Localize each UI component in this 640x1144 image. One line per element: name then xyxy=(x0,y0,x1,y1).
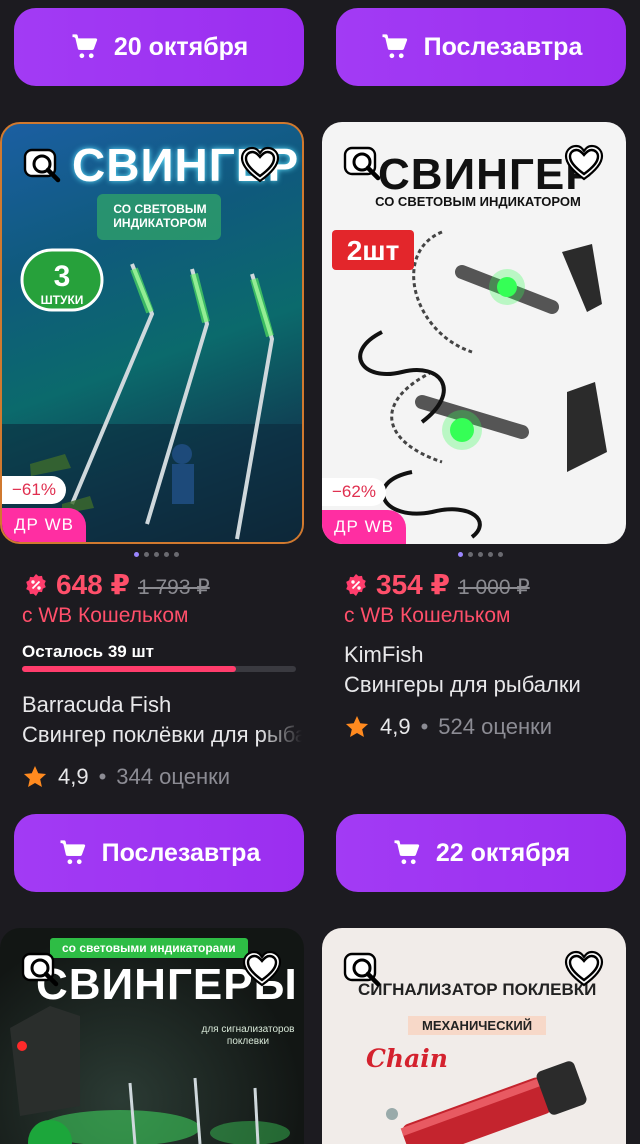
stock-progress xyxy=(22,666,296,672)
price-row: 648 ₽ 1 793 ₽ xyxy=(24,568,210,601)
rating-row: 4,9 • 524 оценки xyxy=(344,714,552,740)
discount-percent-icon xyxy=(24,573,48,597)
current-price: 648 ₽ xyxy=(56,569,130,600)
old-price: 1 000 ₽ xyxy=(457,576,530,599)
delivery-button-label: Послезавтра xyxy=(101,838,261,867)
image-search-icon[interactable] xyxy=(22,144,66,188)
price-row: 354 ₽ 1 000 ₽ xyxy=(344,568,530,601)
stock-progress-fill xyxy=(22,666,236,672)
promo-tag: ДР WB xyxy=(322,510,406,544)
delivery-button-2[interactable]: Послезавтра xyxy=(336,8,626,86)
product-image-1[interactable]: 3 ШТУКИ СВИНГЕР СО СВЕТОВЫМ ИНДИКАТОРОМ … xyxy=(0,122,304,544)
product-image-4[interactable]: СИГНАЛИЗАТОР ПОКЛЕВКИ МЕХАНИЧЕСКИЙ Chain xyxy=(322,928,626,1144)
product-image-2[interactable]: 2шт СВИНГЕР СО СВЕТОВЫМ ИНДИКАТОРОМ −62%… xyxy=(322,122,626,544)
product-title[interactable]: Свингер поклёвки для рыбалки xyxy=(22,722,302,748)
product-title[interactable]: Свингеры для рыбалки xyxy=(344,672,624,698)
wallet-label: с WB Кошельком xyxy=(22,604,189,627)
image-search-icon[interactable] xyxy=(342,142,386,186)
delivery-button-3[interactable]: Послезавтра xyxy=(14,814,304,892)
image-badge: 2шт xyxy=(347,235,400,266)
image-search-icon[interactable] xyxy=(342,948,386,992)
delivery-button-1[interactable]: 20 октября xyxy=(14,8,304,86)
separator-dot: • xyxy=(98,764,107,789)
delivery-button-label: 22 октября xyxy=(435,838,571,867)
cart-icon xyxy=(380,32,410,62)
heart-icon[interactable] xyxy=(238,144,282,188)
wallet-label: с WB Кошельком xyxy=(344,604,511,627)
discount-badge: −61% xyxy=(2,476,66,504)
old-price: 1 793 ₽ xyxy=(137,576,210,599)
cart-icon xyxy=(58,838,88,868)
cart-icon xyxy=(70,32,100,62)
cart-icon xyxy=(392,838,422,868)
separator-dot: • xyxy=(420,714,429,739)
discount-badge: −62% xyxy=(322,478,386,506)
delivery-button-label: Послезавтра xyxy=(423,32,583,61)
svg-text:ШТУКИ: ШТУКИ xyxy=(41,293,84,307)
image-subtitle: СО СВЕТОВЫМ ИНДИКАТОРОМ xyxy=(113,202,207,230)
promo-tag: ДР WB xyxy=(2,508,86,542)
heart-icon[interactable] xyxy=(562,948,606,992)
image-carousel-dots xyxy=(458,552,503,557)
brand-name[interactable]: Barracuda Fish xyxy=(22,692,302,718)
reviews-count: 524 оценки xyxy=(438,714,553,739)
stock-label: Осталось 39 шт xyxy=(22,642,154,661)
rating-row: 4,9 • 344 оценки xyxy=(22,764,230,790)
discount-percent-icon xyxy=(344,573,368,597)
image-subtitle: СО СВЕТОВЫМ ИНДИКАТОРОМ xyxy=(375,194,581,209)
reviews-count: 344 оценки xyxy=(116,764,231,789)
current-price: 354 ₽ xyxy=(376,569,450,600)
heart-icon[interactable] xyxy=(562,142,606,186)
product-image-3[interactable]: со световыми индикаторами СВИНГЕРЫ для с… xyxy=(0,928,304,1144)
image-badge-number: 3 xyxy=(54,260,71,293)
brand-name[interactable]: KimFish xyxy=(344,642,624,668)
rating-value: 4,9 xyxy=(380,714,411,739)
rating-value: 4,9 xyxy=(58,764,89,789)
image-search-icon[interactable] xyxy=(20,948,64,992)
heart-icon[interactable] xyxy=(240,948,284,992)
image-carousel-dots xyxy=(134,552,179,557)
star-icon xyxy=(344,714,370,740)
delivery-button-label: 20 октября xyxy=(113,32,249,61)
star-icon xyxy=(22,764,48,790)
delivery-button-4[interactable]: 22 октября xyxy=(336,814,626,892)
